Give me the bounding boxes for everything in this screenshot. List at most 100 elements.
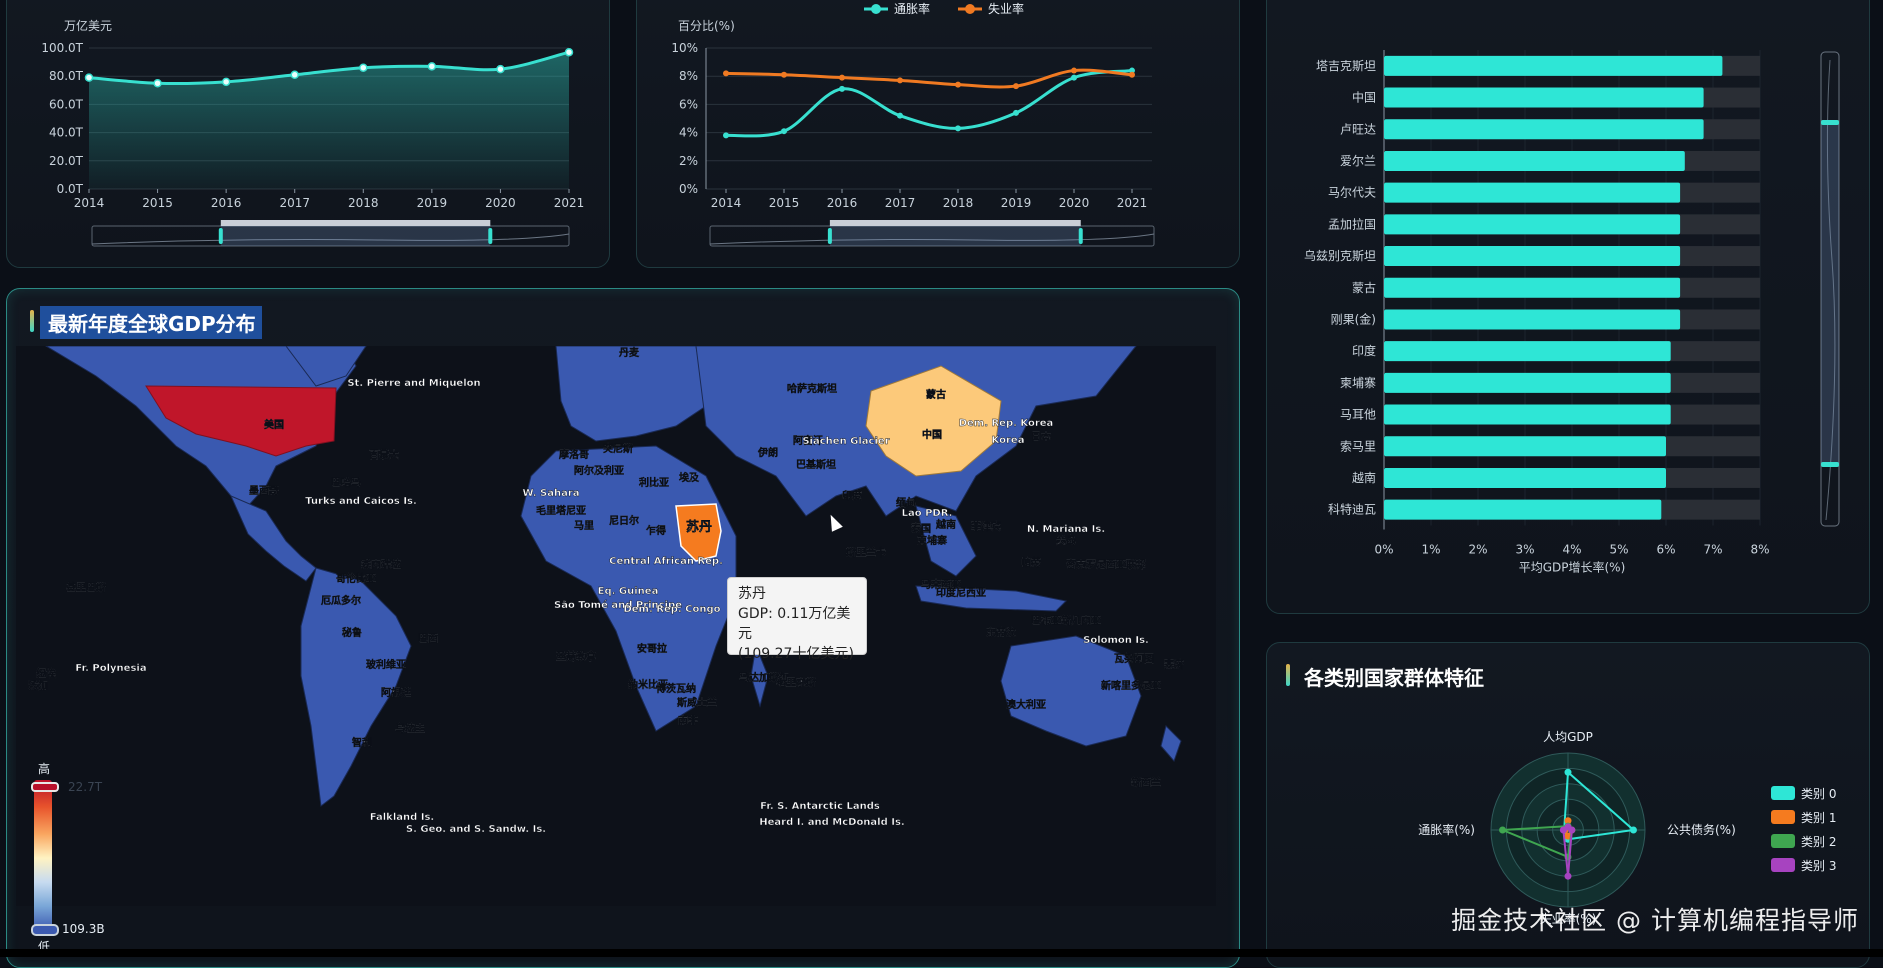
radar-legend-label[interactable]: 类别 0 xyxy=(1801,787,1836,801)
radar-data-point[interactable] xyxy=(1564,768,1572,776)
radar-legend-swatch[interactable] xyxy=(1771,810,1795,824)
country-label: 越南 xyxy=(935,518,956,531)
rate-data-point[interactable] xyxy=(955,81,961,88)
gdp-zoom-handle-left[interactable] xyxy=(218,228,223,244)
rate-legend-swatch-dot[interactable] xyxy=(871,4,881,14)
rate-data-point[interactable] xyxy=(839,85,845,92)
growth-bar[interactable] xyxy=(1384,55,1723,76)
rate-data-point[interactable] xyxy=(1071,67,1077,74)
gdp-data-point[interactable] xyxy=(427,62,437,71)
rate-legend-label[interactable]: 失业率 xyxy=(988,1,1024,16)
growth-bar[interactable] xyxy=(1384,150,1685,171)
gdp-x-tick-label: 2017 xyxy=(279,196,310,210)
gdp-x-tick-label: 2021 xyxy=(554,196,585,210)
radar-data-point[interactable] xyxy=(1499,826,1507,834)
gdp-growth-chart[interactable]: 0% 1% 2% 3% 4% 5% 6% 7% 8% 塔吉克斯坦中国卢旺达爱尔兰马尔代夫孟加拉国乌… xyxy=(1266,0,1870,610)
gdp-data-point[interactable] xyxy=(496,64,505,74)
radar-legend-swatch[interactable] xyxy=(1771,858,1795,872)
growth-bar[interactable] xyxy=(1384,277,1681,298)
rate-data-point[interactable] xyxy=(1013,109,1019,116)
rate-legend-swatch-dot[interactable] xyxy=(965,4,975,14)
rate-data-point[interactable] xyxy=(897,77,903,84)
gdp-zoom-move-handle[interactable] xyxy=(220,220,491,226)
gdp-zoom-window[interactable] xyxy=(220,226,491,246)
rate-data-point[interactable] xyxy=(781,128,787,135)
world-gdp-map[interactable]: 美国 St. Pierre and Miquelon 百慕大巴哈马 Turks and… xyxy=(16,346,1216,906)
country-label: 毛里求斯 xyxy=(776,676,816,689)
rate-zoom-handle-left[interactable] xyxy=(827,228,832,244)
rate-legend-label[interactable]: 通胀率 xyxy=(894,1,930,16)
gdp-trend-chart[interactable]: 万亿美元 100.0T 80.0T 60.0T 40.0T 20.0T 0.0T2014 20… xyxy=(6,0,610,268)
rate-zoom-handle-right[interactable] xyxy=(1078,228,1083,244)
rate-y-tick-label: 6% xyxy=(679,97,698,111)
gdp-data-point[interactable] xyxy=(221,77,231,87)
visual-map-handle-top[interactable] xyxy=(31,782,59,792)
rate-data-point[interactable] xyxy=(723,70,729,77)
gdp-data-point[interactable] xyxy=(290,70,299,80)
growth-zoom-handle-top[interactable] xyxy=(1821,120,1839,125)
country-label: 中国 xyxy=(922,428,942,441)
rate-data-point[interactable] xyxy=(723,132,729,139)
country-label: 苏丹 xyxy=(686,519,712,535)
country-label: 突尼斯 xyxy=(603,442,633,455)
radar-data-point[interactable] xyxy=(1629,826,1637,834)
growth-bar[interactable] xyxy=(1384,309,1681,330)
rate-zoom-window[interactable] xyxy=(829,226,1081,246)
gdp-zoom-handle-right[interactable] xyxy=(488,228,493,244)
visual-map-handle-bottom[interactable] xyxy=(31,924,59,936)
tooltip-gdp: GDP: 0.11万亿美元 xyxy=(738,606,851,642)
radar-panel-title-text: 各类别国家群体特征 xyxy=(1304,666,1484,690)
growth-bar[interactable] xyxy=(1384,467,1666,488)
country-label: 日本 xyxy=(1031,430,1052,443)
growth-zoom-handle-bottom[interactable] xyxy=(1821,462,1839,467)
growth-bar[interactable] xyxy=(1384,436,1666,457)
growth-bar[interactable] xyxy=(1384,404,1671,425)
gdp-data-point[interactable] xyxy=(359,63,368,72)
gdp-y-axis-label: 万亿美元 xyxy=(64,18,112,33)
rate-trend-chart[interactable]: 百分比(%) 通胀率 失业率 10% 8% 6% 4% 2% 0% 2014 2015 2016 201… xyxy=(636,0,1240,268)
country-label: Fr. S. Antarctic Lands xyxy=(760,801,880,812)
growth-bar[interactable] xyxy=(1384,214,1681,235)
growth-bar[interactable] xyxy=(1384,119,1704,140)
gdp-data-point[interactable] xyxy=(84,73,94,82)
radar-data-point[interactable] xyxy=(1568,826,1576,834)
radar-legend-label[interactable]: 类别 3 xyxy=(1801,859,1836,873)
rate-data-point[interactable] xyxy=(1129,71,1135,78)
country-label: 柬埔寨 xyxy=(916,534,947,547)
country-label: Falkland Is. xyxy=(370,812,434,823)
radar-legend-swatch[interactable] xyxy=(1771,834,1795,848)
rate-data-point[interactable] xyxy=(897,112,903,119)
gdp-data-point[interactable] xyxy=(564,47,574,57)
radar-legend-label[interactable]: 类别 2 xyxy=(1801,835,1836,849)
growth-bar[interactable] xyxy=(1384,341,1671,362)
country-label: N. Mariana Is. xyxy=(1027,524,1105,535)
growth-bar[interactable] xyxy=(1384,499,1662,520)
rate-zoom-move-handle[interactable] xyxy=(829,220,1081,226)
growth-bar[interactable] xyxy=(1384,372,1671,393)
rate-data-point[interactable] xyxy=(839,74,845,81)
radar-legend-swatch[interactable] xyxy=(1771,786,1795,800)
country-label: 乌拉圭 xyxy=(395,722,425,735)
growth-bar[interactable] xyxy=(1384,87,1704,108)
growth-bar[interactable] xyxy=(1384,246,1681,267)
rate-y-tick-label: 10% xyxy=(671,41,698,55)
radar-data-point[interactable] xyxy=(1559,826,1567,834)
growth-category-label: 刚果(金) xyxy=(1331,311,1376,326)
rate-data-point[interactable] xyxy=(1013,83,1019,90)
rate-data-point[interactable] xyxy=(1071,74,1077,81)
radar-legend-label[interactable]: 类别 1 xyxy=(1801,811,1836,825)
rate-x-tick-label: 2020 xyxy=(1059,196,1090,210)
title-accent-bar xyxy=(30,310,34,332)
gdp-y-tick-label: 80.0T xyxy=(49,69,84,83)
gdp-y-tick-label: 100.0T xyxy=(41,41,83,55)
growth-bar[interactable] xyxy=(1384,182,1681,203)
rate-y-tick-label: 0% xyxy=(679,182,698,196)
rate-x-tick-label: 2019 xyxy=(1001,196,1032,210)
radar-data-point[interactable] xyxy=(1564,872,1572,880)
rate-data-point[interactable] xyxy=(781,71,787,78)
visual-map-legend[interactable]: 高 22.7T 109.3B 低 xyxy=(28,760,105,954)
bottom-strip xyxy=(0,949,1883,957)
growth-zoom-window[interactable] xyxy=(1821,122,1839,464)
rate-data-point[interactable] xyxy=(955,125,961,132)
gdp-data-point[interactable] xyxy=(153,79,162,88)
